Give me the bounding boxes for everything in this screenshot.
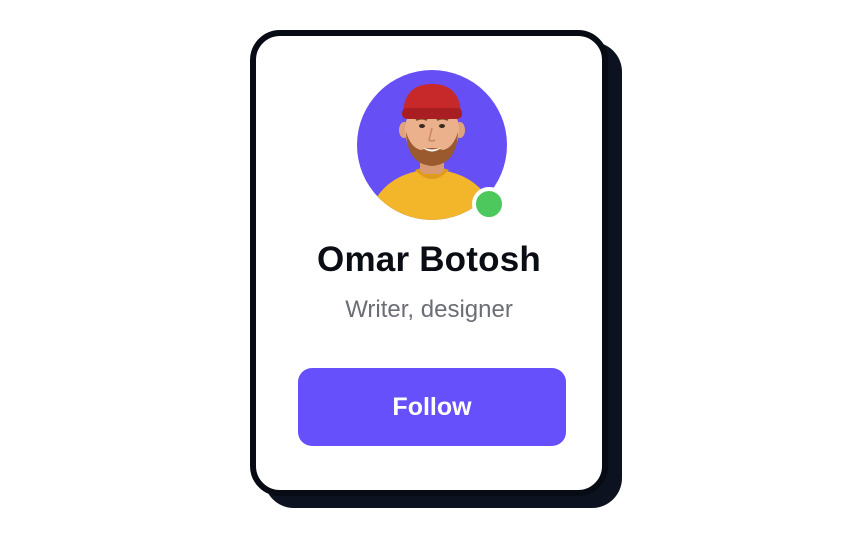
profile-name: Omar Botosh [317, 240, 541, 279]
profile-role: Writer, designer [345, 296, 513, 323]
profile-card: Omar Botosh Writer, designer Follow [250, 30, 608, 496]
stage: Omar Botosh Writer, designer Follow [0, 0, 864, 540]
follow-button[interactable]: Follow [298, 368, 566, 446]
online-status-indicator [472, 187, 506, 221]
avatar-container [357, 70, 507, 221]
